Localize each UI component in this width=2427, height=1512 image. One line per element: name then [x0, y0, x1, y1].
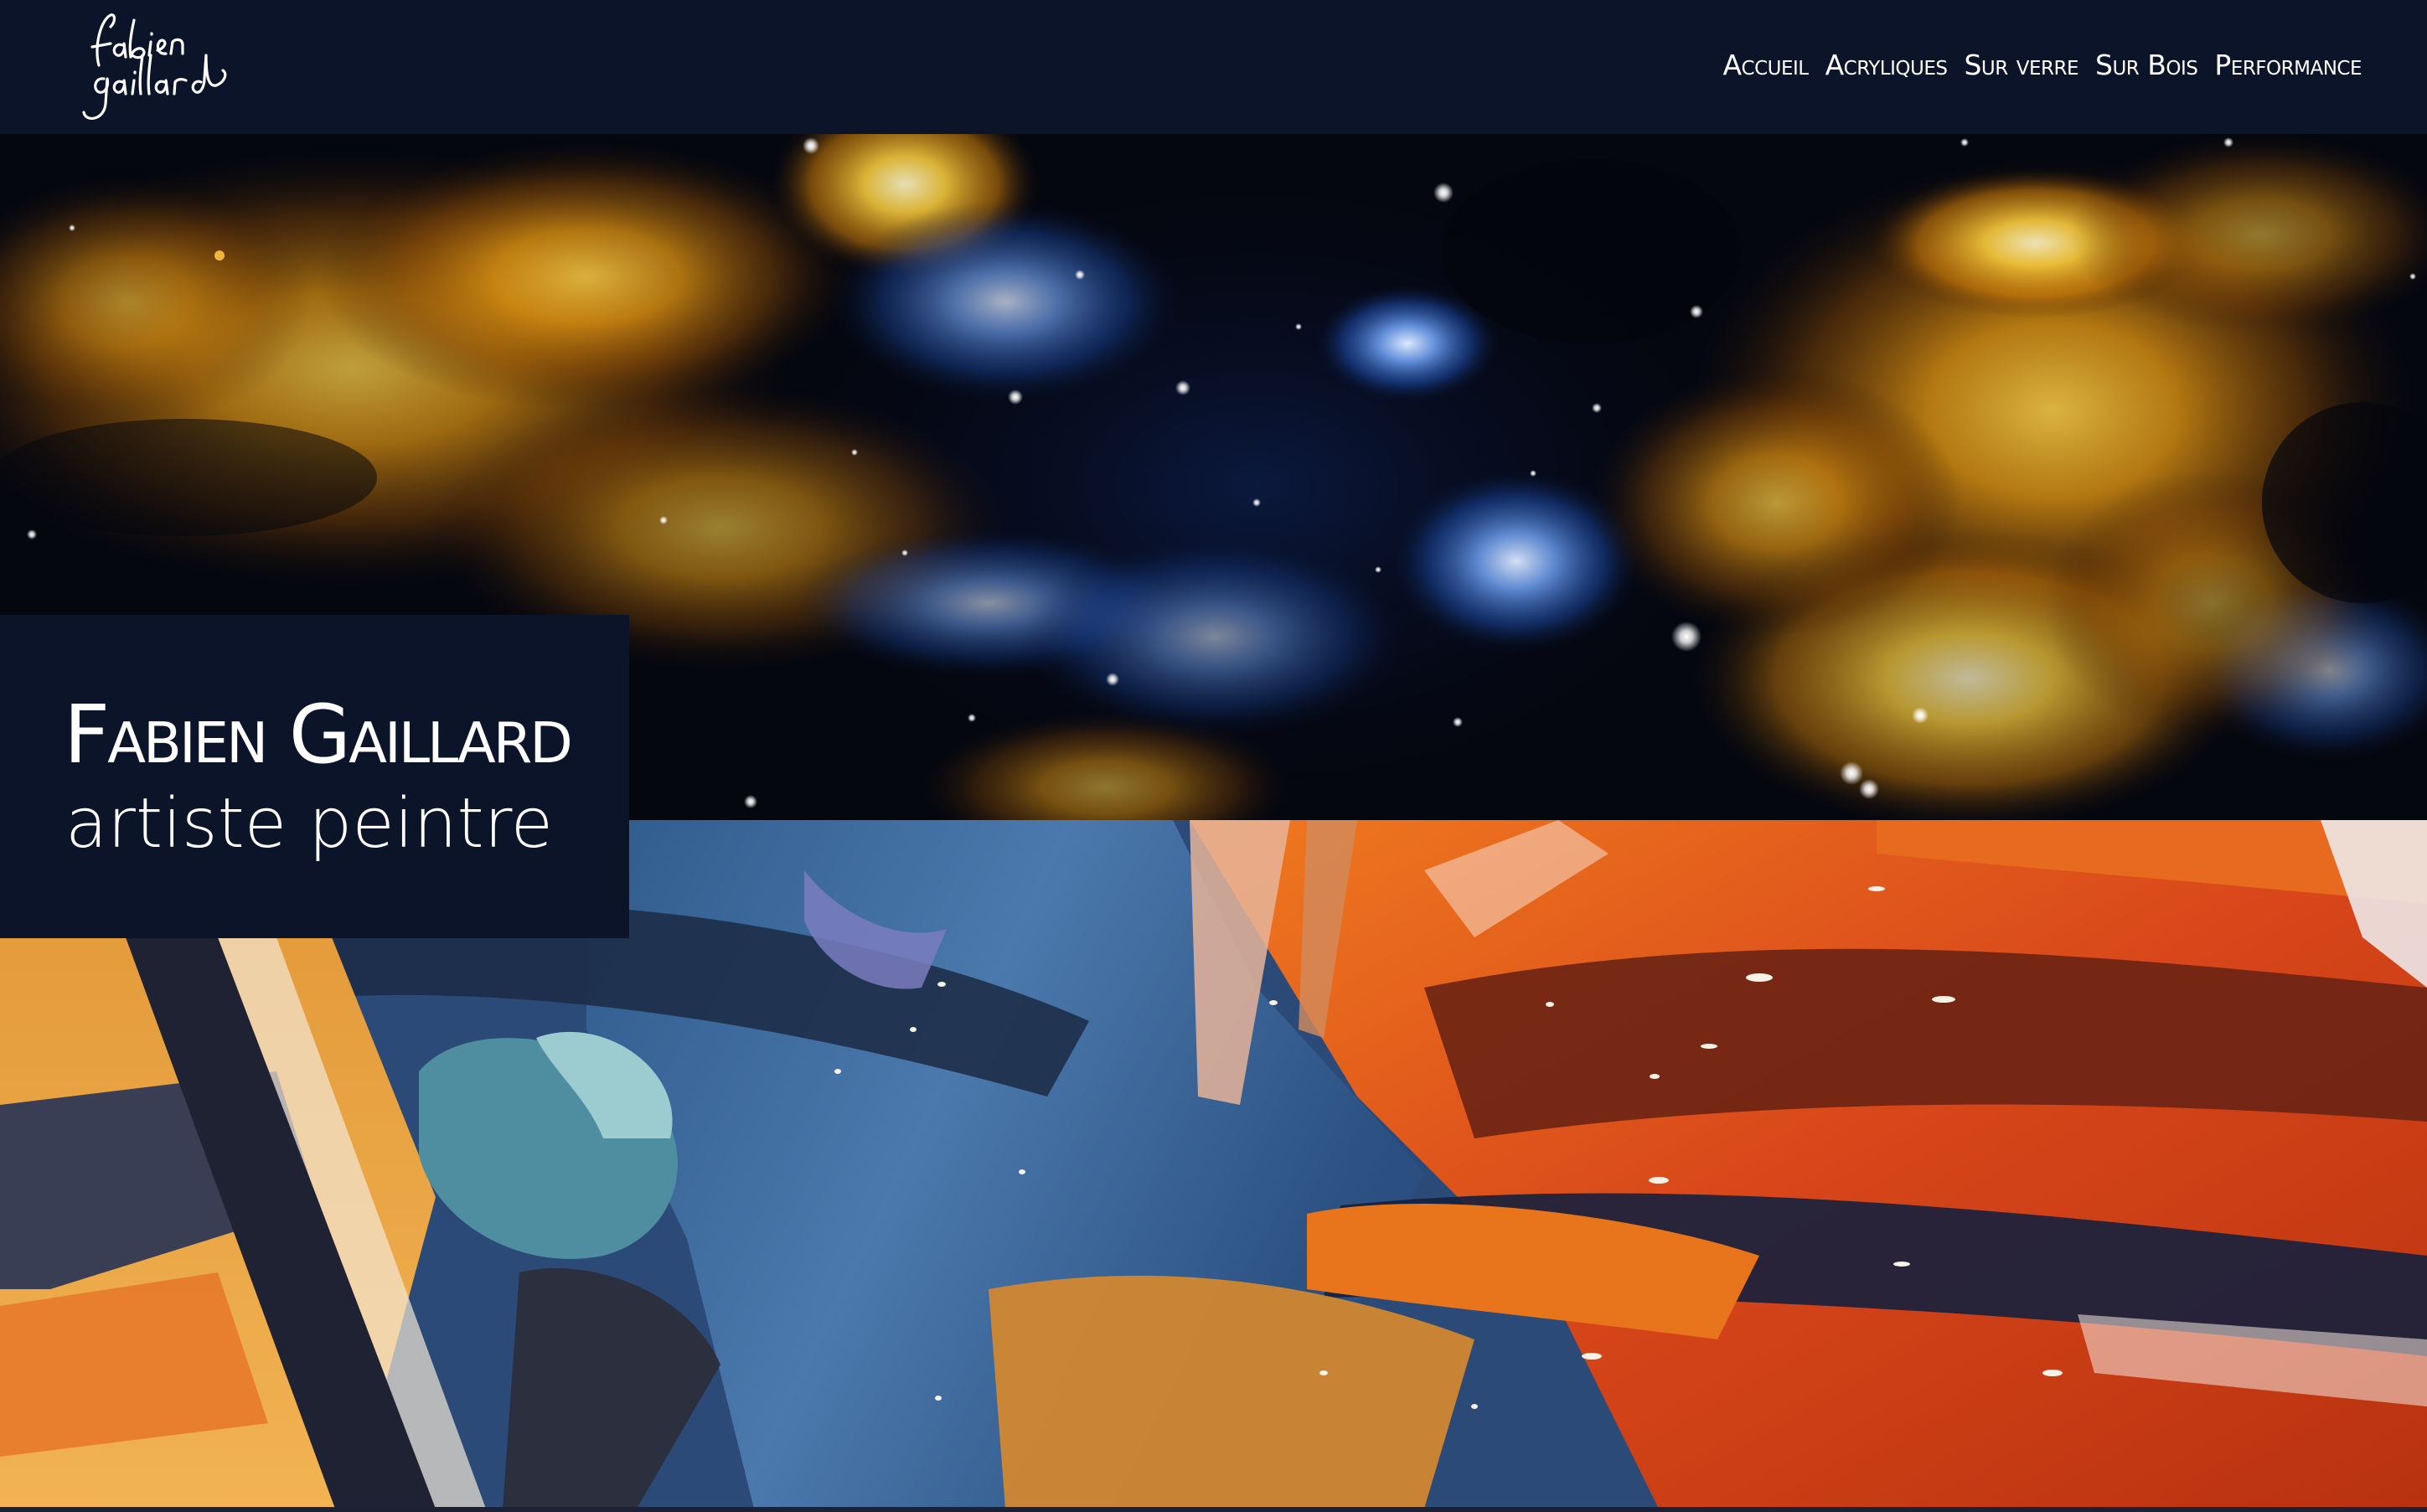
- nav-sur-bois[interactable]: Sur Bois: [2095, 49, 2198, 81]
- hero-title-card: Fabien Gaillard artiste peintre: [0, 615, 629, 938]
- bottom-strip: [0, 1507, 2427, 1512]
- nav-sur-verre[interactable]: Sur verre: [1964, 49, 2078, 81]
- site-header: fabien gaillard Accueil Acryliques Sur v…: [0, 0, 2427, 134]
- main-nav: Accueil Acryliques Sur verre Sur Bois Pe…: [1722, 49, 2362, 81]
- nav-acryliques[interactable]: Acryliques: [1825, 49, 1948, 81]
- page: fabien gaillard Accueil Acryliques Sur v…: [0, 0, 2427, 1512]
- site-logo[interactable]: fabien gaillard: [74, 5, 241, 131]
- artist-subtitle: artiste peintre: [65, 784, 554, 864]
- nav-performance[interactable]: Performance: [2214, 49, 2362, 81]
- signature-logo-icon: [82, 13, 227, 120]
- nav-accueil[interactable]: Accueil: [1722, 49, 1809, 81]
- artist-name-title: Fabien Gaillard: [64, 688, 573, 782]
